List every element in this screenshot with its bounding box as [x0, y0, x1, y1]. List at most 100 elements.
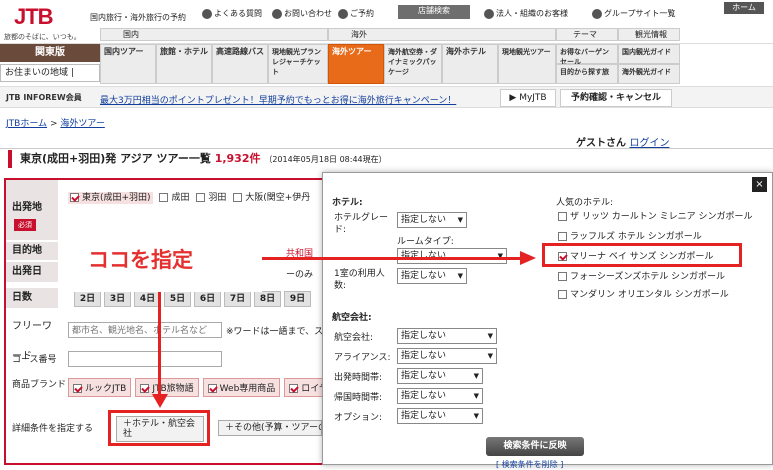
course-label: コース番号 [12, 355, 57, 365]
chevron-right-icon: ▶ [509, 93, 517, 103]
promo-link[interactable]: 最大3万円相当のポイントプレゼント！早期予約でもっとお得に海外旅行キャンペーン！ [100, 93, 456, 106]
annotation-box-button [108, 410, 210, 446]
checkbox-icon [233, 193, 243, 202]
freeword-input[interactable] [68, 322, 222, 338]
brand-options: ルックJTB JTB旅物語 Web専用商品 ロイヤ [68, 378, 337, 397]
day-option[interactable]: 8日 [254, 291, 281, 307]
hotel-option[interactable]: フォーシーズンズホテル シンガポール [558, 268, 725, 286]
home-button[interactable]: ホーム [724, 2, 764, 14]
day-option[interactable]: 3日 [104, 291, 131, 307]
reservation-link[interactable]: ご予約 [338, 8, 374, 19]
day-option[interactable]: 2日 [74, 291, 101, 307]
nav-overseas-flight[interactable]: 海外航空券・ダイナミックパッケージ [384, 44, 442, 84]
store-search-button[interactable]: 店舗検索 [398, 5, 470, 19]
nav-ryokan-hotel[interactable]: 旅館・ホテル [156, 44, 212, 84]
building-icon [484, 8, 494, 19]
divider [0, 148, 773, 149]
result-count: 1,932件 [214, 152, 261, 165]
departure-label: 出発地 [6, 180, 58, 240]
guests-per-room-select[interactable]: 指定しない [397, 268, 467, 284]
region-title: 関東版 [0, 44, 100, 62]
hotel-option[interactable]: マンダリン オリエンタル シンガポール [558, 286, 729, 304]
day-option[interactable]: 5日 [164, 291, 191, 307]
region-selector[interactable]: お住まいの地域 | [0, 64, 100, 82]
confirm-cancel-button[interactable]: 予約確認・キャンセル [560, 89, 672, 107]
departure-option[interactable]: 成田 [159, 193, 189, 203]
checkbox-checked-icon [289, 384, 299, 393]
guest-area: ゲストさん ログイン [576, 138, 670, 149]
hotel-grade-label: ホテルグレード: [334, 213, 389, 235]
popular-hotels-heading: 人気のホテル: [556, 198, 614, 208]
return-time-label: 帰国時間帯: [334, 393, 383, 403]
nav-overseas-guide[interactable]: 海外観光ガイド [618, 64, 680, 84]
option-select[interactable]: 指定しない [397, 408, 483, 424]
option-label: オプション: [334, 413, 383, 423]
checkbox-checked-icon [207, 384, 217, 393]
return-time-select[interactable]: 指定しない [397, 388, 483, 404]
departure-option[interactable]: 東京(成田+羽田) [68, 192, 153, 204]
alliance-select[interactable]: 指定しない [397, 348, 497, 364]
depart-date-label: 出発日 [6, 262, 58, 282]
breadcrumb-home[interactable]: JTBホーム [6, 119, 47, 129]
checkbox-checked-icon [140, 384, 150, 393]
nav-domestic-guide[interactable]: 国内観光ガイド [618, 44, 680, 64]
required-badge: 必須 [14, 219, 36, 231]
plus-icon: ＋ [225, 423, 235, 433]
departure-option[interactable]: 大阪(関空+伊丹 [233, 193, 310, 203]
nav-overseas-hotel[interactable]: 海外ホテル [442, 44, 498, 84]
course-input[interactable] [68, 351, 222, 367]
nav-local-plan[interactable]: 現地観光プランレジャーチケット [268, 44, 328, 84]
arrow-down-icon [152, 394, 168, 408]
contact-link[interactable]: お問い合わせ [272, 8, 332, 19]
faq-link[interactable]: よくある質問 [202, 8, 262, 19]
group-sites-link[interactable]: グループサイト一覧 [592, 8, 676, 19]
annotation-box-hotel [542, 243, 742, 267]
day-option[interactable]: 4日 [134, 291, 161, 307]
question-icon [202, 8, 212, 19]
other-conditions-button[interactable]: ＋その他(予算・ツアーの [218, 420, 322, 436]
hotel-heading: ホテル: [332, 198, 363, 208]
logo-tagline: 旅都のそばに、いつも。 [4, 33, 81, 41]
freeword-note: ※ワードは一語まで、ス [226, 327, 324, 337]
checkbox-icon [558, 232, 567, 241]
checkbox-checked-icon [70, 193, 79, 202]
room-type-label: ルームタイプ: [397, 237, 454, 247]
close-icon[interactable]: × [752, 177, 767, 192]
checkbox-checked-icon [73, 384, 82, 393]
mail-icon [272, 8, 282, 19]
airline-select[interactable]: 指定しない [397, 328, 497, 344]
hotel-grade-select[interactable]: 指定しない [397, 212, 467, 228]
myjtb-button[interactable]: ▶ MyJTB [500, 89, 556, 107]
nav-domestic-tour[interactable]: 国内ツアー [100, 44, 156, 84]
brand-label: 商品ブランド [12, 380, 67, 390]
annotation-arrow-right [262, 257, 524, 260]
hotel-option[interactable]: ザ リッツ カールトン ミレニア シンガポール [558, 208, 752, 226]
member-logo: JTB INFOREW会員 [6, 93, 82, 102]
checkbox-icon [159, 193, 169, 202]
corporate-link[interactable]: 法人・組織のお客様 [484, 8, 568, 19]
departure-option[interactable]: 羽田 [196, 193, 226, 203]
nav-highway-bus[interactable]: 高速路線バス [212, 44, 268, 84]
arrow-right-icon [520, 251, 536, 265]
room-type-select[interactable]: 指定しない [397, 248, 507, 264]
breadcrumb-current[interactable]: 海外ツアー [60, 119, 104, 129]
brand-option[interactable]: Web専用商品 [202, 378, 281, 397]
nav-local-tour[interactable]: 現地観光ツアー [498, 44, 556, 84]
checkbox-icon [558, 290, 567, 299]
day-option[interactable]: 9日 [284, 291, 311, 307]
depart-time-select[interactable]: 指定しない [397, 368, 483, 384]
brand-option[interactable]: ルックJTB [68, 378, 132, 397]
jtb-logo[interactable]: JTB [14, 4, 54, 30]
nav-purpose-search[interactable]: 目的から探す旅 [556, 64, 618, 84]
globe-icon [592, 8, 602, 19]
apply-conditions-button[interactable]: 検索条件に反映 [486, 437, 584, 456]
depart-time-label: 出発時間帯: [334, 373, 383, 383]
annotation-arrow-down [158, 292, 161, 398]
nav-overseas-tour[interactable]: 海外ツアー [328, 44, 384, 84]
airline-label: 航空会社: [334, 333, 374, 343]
depart-date-value[interactable]: ーのみ [286, 267, 313, 280]
nav-bargain[interactable]: お得なバーゲンセール [556, 44, 618, 66]
day-option[interactable]: 7日 [224, 291, 251, 307]
domestic-header: 国内 [100, 28, 328, 41]
day-option[interactable]: 6日 [194, 291, 221, 307]
